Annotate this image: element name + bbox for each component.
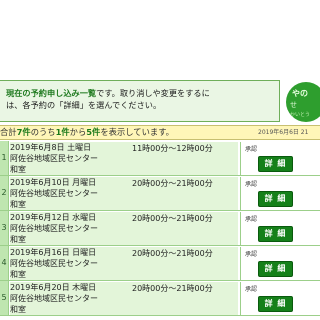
logo-line-3: かいとう	[290, 112, 311, 118]
site-logo: やの せ かいとう	[286, 82, 320, 122]
instruction-text-2: は、各予約の「詳細」を選んでください。	[6, 100, 162, 110]
row-number: 4	[0, 246, 9, 280]
reservation-row: 5 2019年6月20日 木曜日 阿佐谷地域区民センター 和室 20時00分～2…	[0, 281, 320, 316]
reservation-row: 1 2019年6月8日 土曜日 阿佐谷地域区民センター 和室 11時00分～12…	[0, 141, 320, 176]
status-badge: 承認	[245, 216, 258, 223]
detail-button[interactable]: 詳 細	[258, 156, 293, 172]
reservation-time: 20時00分～21時00分	[132, 214, 213, 223]
row-number: 3	[0, 211, 9, 245]
reservation-facility: 阿佐谷地域区民センター	[10, 294, 98, 303]
current-date: 2019年6月6日 21	[258, 129, 309, 136]
reservation-info: 2019年6月10日 月曜日 阿佐谷地域区民センター 和室 20時00分～21時…	[10, 177, 238, 210]
reservation-row: 3 2019年6月12日 水曜日 阿佐谷地域区民センター 和室 20時00分～2…	[0, 211, 320, 246]
row-number: 1	[0, 141, 9, 175]
reservation-info: 2019年6月20日 木曜日 阿佐谷地域区民センター 和室 20時00分～21時…	[10, 282, 238, 315]
reservation-info: 2019年6月12日 水曜日 阿佐谷地域区民センター 和室 20時00分～21時…	[10, 212, 238, 245]
reservation-time: 20時00分～21時00分	[132, 179, 213, 188]
reservation-row: 2 2019年6月10日 月曜日 阿佐谷地域区民センター 和室 20時00分～2…	[0, 176, 320, 211]
reservation-actions: 承認 詳 細	[240, 177, 320, 210]
summary-from: 1件	[55, 127, 70, 137]
status-badge: 承認	[245, 181, 258, 188]
reservation-facility: 阿佐谷地域区民センター	[10, 259, 98, 268]
instruction-text-1: です。取り消しや変更をするに	[96, 88, 210, 98]
summary-to: 5件	[86, 127, 101, 137]
logo-line-1: やの	[292, 89, 308, 98]
summary-prefix: 合計	[0, 127, 17, 137]
detail-button[interactable]: 詳 細	[258, 226, 293, 242]
reservation-time: 20時00分～21時00分	[132, 284, 213, 293]
detail-button[interactable]: 詳 細	[258, 191, 293, 207]
reservation-facility: 阿佐谷地域区民センター	[10, 189, 98, 198]
row-number: 2	[0, 176, 9, 210]
row-number: 5	[0, 281, 9, 315]
summary-suffix: を表示しています。	[100, 127, 174, 137]
reservation-actions: 承認 詳 細	[240, 282, 320, 315]
reservation-time: 20時00分～21時00分	[132, 249, 213, 258]
reservation-row: 4 2019年6月16日 日曜日 阿佐谷地域区民センター 和室 20時00分～2…	[0, 246, 320, 281]
reservation-facility: 阿佐谷地域区民センター	[10, 224, 98, 233]
instruction-line-1: 現在の予約申し込み一覧です。取り消しや変更をするに	[6, 87, 279, 99]
reservation-room: 和室	[10, 235, 26, 244]
reservation-room: 和室	[10, 200, 26, 209]
logo-line-2: せ	[290, 101, 297, 109]
detail-button[interactable]: 詳 細	[258, 296, 293, 312]
summary-to-word: から	[69, 127, 87, 137]
reservation-info: 2019年6月16日 日曜日 阿佐谷地域区民センター 和室 20時00分～21時…	[10, 247, 238, 280]
result-summary-bar: 合計7件のうち1件から5件を表示しています。 2019年6月6日 21	[0, 125, 320, 140]
status-badge: 承認	[245, 286, 258, 293]
reservation-time: 11時00分～12時00分	[132, 144, 213, 153]
reservation-room: 和室	[10, 270, 26, 279]
reservation-actions: 承認 詳 細	[240, 142, 320, 175]
reservation-actions: 承認 詳 細	[240, 247, 320, 280]
detail-button[interactable]: 詳 細	[258, 261, 293, 277]
reservation-room: 和室	[10, 165, 26, 174]
instruction-box: 現在の予約申し込み一覧です。取り消しや変更をするに は、各予約の「詳細」を選んで…	[0, 80, 280, 122]
status-badge: 承認	[245, 251, 258, 258]
status-badge: 承認	[245, 146, 258, 153]
summary-mid: のうち	[30, 127, 56, 137]
reservation-info: 2019年6月8日 土曜日 阿佐谷地域区民センター 和室 11時00分～12時0…	[10, 142, 238, 175]
reservation-room: 和室	[10, 305, 26, 314]
reservation-facility: 阿佐谷地域区民センター	[10, 154, 98, 163]
reservation-list: 1 2019年6月8日 土曜日 阿佐谷地域区民センター 和室 11時00分～12…	[0, 141, 320, 316]
reservation-actions: 承認 詳 細	[240, 212, 320, 245]
summary-total: 7件	[16, 127, 31, 137]
instruction-highlight: 現在の予約申し込み一覧	[6, 88, 97, 98]
